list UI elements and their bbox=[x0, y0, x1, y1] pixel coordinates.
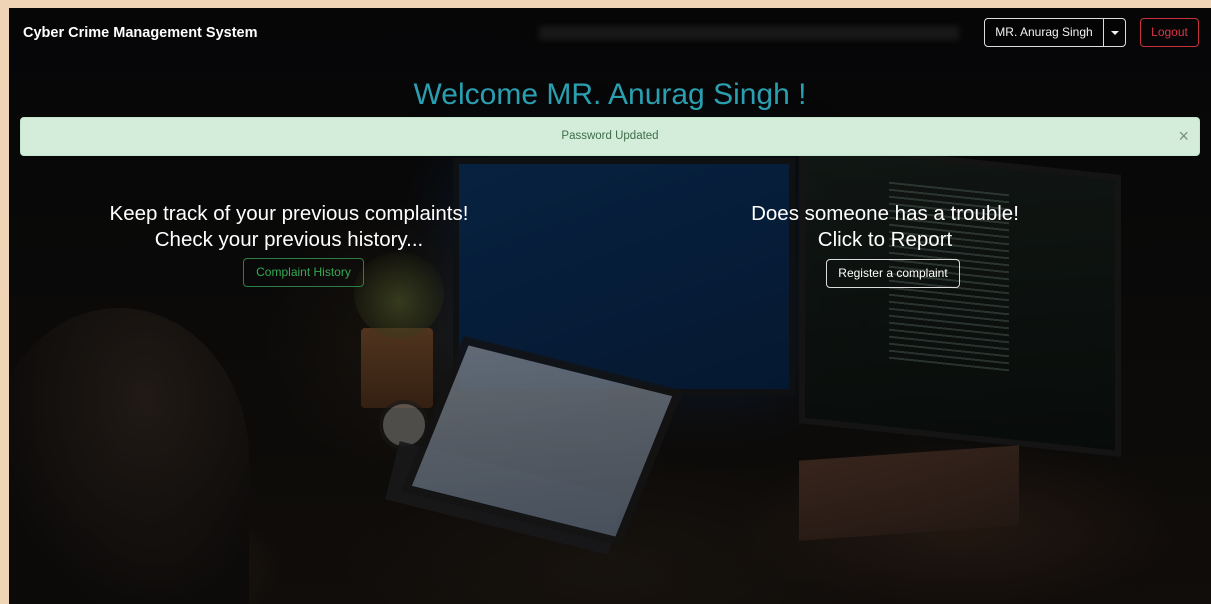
register-complaint-button[interactable]: Register a complaint bbox=[826, 259, 960, 288]
report-heading-line2: Click to Report bbox=[817, 228, 953, 251]
close-icon[interactable]: × bbox=[1178, 127, 1189, 145]
user-dropdown[interactable]: MR. Anurag Singh bbox=[984, 18, 1126, 47]
history-panel: Keep track of your previous complaints! … bbox=[89, 201, 489, 253]
user-dropdown-toggle[interactable] bbox=[1104, 19, 1125, 46]
brand-title[interactable]: Cyber Crime Management System bbox=[23, 25, 258, 41]
history-heading-line1: Keep track of your previous complaints! bbox=[109, 202, 469, 225]
user-dropdown-label[interactable]: MR. Anurag Singh bbox=[985, 19, 1104, 46]
app-window: Cyber Crime Management System MR. Anurag… bbox=[9, 8, 1211, 604]
success-alert: Password Updated × bbox=[20, 117, 1200, 156]
alert-message: Password Updated bbox=[561, 130, 659, 142]
welcome-heading: Welcome MR. Anurag Singh ! bbox=[413, 78, 807, 111]
history-heading-line2: Check your previous history... bbox=[154, 228, 424, 251]
report-heading-line1: Does someone has a trouble! bbox=[751, 202, 1019, 225]
logout-button[interactable]: Logout bbox=[1140, 18, 1199, 47]
chevron-down-icon bbox=[1110, 30, 1119, 35]
report-panel: Does someone has a trouble! Click to Rep… bbox=[725, 201, 1045, 253]
complaint-history-button[interactable]: Complaint History bbox=[243, 258, 364, 287]
navbar: Cyber Crime Management System MR. Anurag… bbox=[9, 8, 1211, 60]
